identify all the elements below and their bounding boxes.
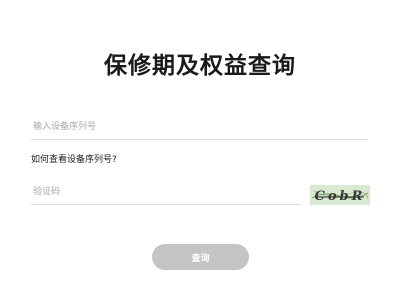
captcha-image[interactable]: CobR [310,185,370,205]
serial-input-underline [31,139,368,140]
query-button[interactable]: 查询 [152,244,249,270]
serial-number-input[interactable] [31,117,370,137]
serial-help-link[interactable]: 如何查看设备序列号? [31,152,117,165]
code-input-underline [31,204,301,205]
verification-code-input[interactable] [31,182,303,202]
page-title: 保修期及权益查询 [104,53,296,79]
